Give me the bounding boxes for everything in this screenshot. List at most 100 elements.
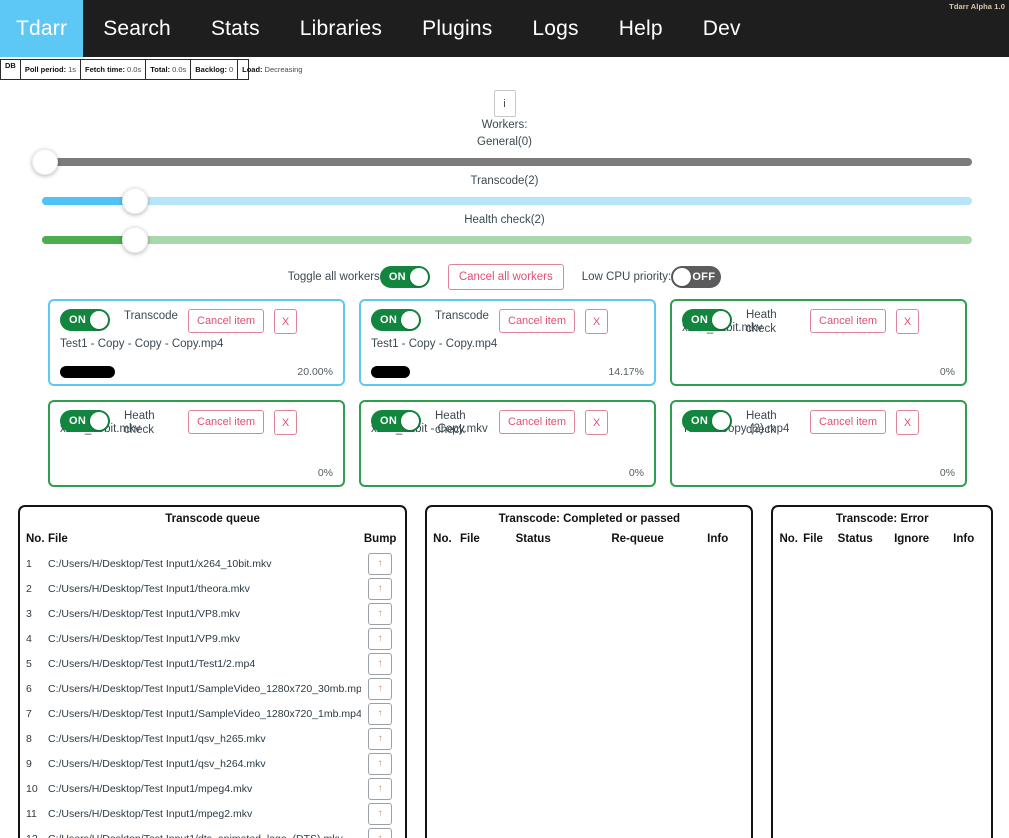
queue-row-file: C:/Users/H/Desktop/Test Input1/qsv_h264.…	[48, 757, 266, 770]
info-icon[interactable]: i	[493, 90, 516, 117]
col-header-file: File	[803, 533, 823, 545]
col-header-no: No.	[779, 533, 798, 545]
worker-card: ON Heath check Cancel item X x265_12bit.…	[670, 299, 967, 386]
bump-up-icon[interactable]: ↑	[368, 677, 393, 700]
bump-up-icon[interactable]: ↑	[368, 752, 393, 775]
queue-row-number: 11	[26, 807, 37, 820]
transcode-queue-header: No. File Bump	[20, 529, 405, 551]
db-fetch-time-key: Fetch time:	[85, 65, 126, 74]
table-row: 2 C:/Users/H/Desktop/Test Input1/theora.m…	[20, 576, 405, 601]
worker-toggle-knob	[712, 311, 730, 329]
nav-label-libraries: Libraries	[299, 16, 383, 40]
worker-toggle[interactable]: ON	[371, 410, 421, 432]
nav-label-dev: Dev	[702, 16, 741, 40]
transcode-queue-rows: 1 C:/Users/H/Desktop/Test Input1/x264_10b…	[20, 551, 405, 838]
nav-item-logs[interactable]: Logs	[512, 0, 598, 57]
worker-type-line1: Heath	[746, 309, 777, 321]
bump-up-icon[interactable]: ↑	[368, 827, 393, 838]
slider-transcode[interactable]	[42, 188, 972, 214]
cancel-all-workers-button[interactable]: Cancel all workers	[447, 264, 564, 290]
bump-up-icon[interactable]: ↑	[368, 627, 393, 650]
worker-toggle[interactable]: ON	[60, 410, 110, 432]
queue-row-file: C:/Users/H/Desktop/Test Input1/VP9.mkv	[48, 632, 240, 645]
queue-row-number: 6	[26, 682, 32, 695]
toggle-all-workers-switch[interactable]: ON	[379, 266, 430, 288]
queue-row-bump-cell: ↑	[361, 652, 399, 675]
close-icon[interactable]: X	[896, 410, 920, 435]
queue-row-bump-cell: ↑	[361, 602, 399, 625]
worker-file-name: Test1 - Copy - Copy.mp4	[371, 338, 498, 350]
cancel-item-button[interactable]: Cancel item	[499, 309, 576, 333]
table-row: 10 C:/Users/H/Desktop/Test Input1/mpeg4.m…	[20, 776, 405, 801]
bump-up-icon[interactable]: ↑	[368, 652, 393, 675]
worker-card: ON Heath check Cancel item X x265_10bit.…	[48, 400, 345, 487]
slider-transcode-knob[interactable]	[122, 188, 148, 214]
slider-healthcheck[interactable]	[42, 227, 972, 253]
bump-up-icon[interactable]: ↑	[368, 552, 393, 575]
queue-row-number: 12	[26, 833, 48, 838]
nav-item-help[interactable]: Help	[599, 0, 683, 57]
nav-item-tdarr[interactable]: Tdarr	[0, 0, 84, 57]
low-cpu-priority-switch[interactable]: OFF	[671, 266, 722, 288]
cancel-item-button[interactable]: Cancel item	[499, 410, 576, 434]
close-icon[interactable]: X	[274, 410, 298, 435]
worker-cards-grid: ON Transcode Cancel item X Test1 - Copy …	[0, 291, 1009, 487]
worker-toggle-state: ON	[69, 314, 87, 326]
low-cpu-priority-state: OFF	[692, 271, 716, 283]
nav-item-dev[interactable]: Dev	[683, 0, 761, 57]
close-icon[interactable]: X	[585, 309, 609, 334]
bump-up-icon[interactable]: ↑	[368, 602, 393, 625]
worker-toggle[interactable]: ON	[682, 309, 732, 331]
worker-type-line1: Heath	[746, 410, 777, 422]
nav-item-stats[interactable]: Stats	[191, 0, 280, 57]
worker-progress: 0%	[682, 366, 955, 378]
slider-healthcheck-knob[interactable]	[122, 227, 148, 253]
worker-progress-percent: 20.00%	[297, 366, 333, 378]
worker-file-name: Test1 - Copy - Copy - Copy.mp4	[60, 338, 224, 350]
bump-up-icon[interactable]: ↑	[368, 727, 393, 750]
worker-type-line1: Heath	[435, 410, 466, 422]
nav-item-search[interactable]: Search	[83, 0, 191, 57]
queue-row-number: 5	[26, 657, 32, 670]
bump-up-icon[interactable]: ↑	[368, 777, 393, 800]
slider-general[interactable]	[32, 149, 972, 175]
queue-row-number: 2	[26, 582, 32, 595]
db-load: Load: Decreasing	[238, 60, 306, 79]
db-backlog: Backlog: 0	[191, 60, 239, 79]
col-header-no: No.	[433, 533, 452, 545]
worker-progress-bar	[60, 366, 115, 378]
worker-type-label: Transcode	[435, 310, 489, 322]
cancel-item-button[interactable]: Cancel item	[810, 410, 887, 434]
nav-item-plugins[interactable]: Plugins	[402, 0, 512, 57]
bump-up-icon[interactable]: ↑	[368, 802, 393, 825]
table-row: 12C:/Users/H/Desktop/Test Input1/dts_ani…	[20, 826, 405, 838]
worker-toggle[interactable]: ON	[371, 309, 421, 331]
low-cpu-priority-knob	[673, 268, 692, 286]
cancel-item-button[interactable]: Cancel item	[810, 309, 887, 333]
transcode-error-panel: Transcode: Error No. File Status Ignore …	[771, 505, 993, 838]
bottom-tables: Transcode queue No. File Bump 1 C:/Users/…	[0, 487, 1009, 838]
col-header-file: File	[48, 533, 68, 545]
close-icon[interactable]: X	[896, 309, 920, 334]
worker-progress-percent: 0%	[939, 366, 955, 378]
db-poll-period: Poll period: 1s	[21, 60, 82, 79]
toggle-all-workers-knob	[409, 268, 428, 286]
worker-toggle-knob	[712, 412, 730, 430]
slider-transcode-track	[42, 197, 972, 205]
queue-row-bump-cell: ↑	[361, 677, 399, 700]
queue-row-bump-cell: ↑	[361, 777, 399, 800]
nav-item-libraries[interactable]: Libraries	[280, 0, 402, 57]
db-load-key: Load:	[242, 65, 263, 74]
close-icon[interactable]: X	[274, 309, 298, 334]
cancel-item-button[interactable]: Cancel item	[188, 309, 265, 333]
slider-general-knob[interactable]	[32, 149, 58, 175]
nav-label-logs: Logs	[532, 16, 579, 40]
close-icon[interactable]: X	[585, 410, 609, 435]
bump-up-icon[interactable]: ↑	[368, 577, 393, 600]
worker-toggle[interactable]: ON	[60, 309, 110, 331]
worker-toggle[interactable]: ON	[682, 410, 732, 432]
cancel-item-button[interactable]: Cancel item	[188, 410, 265, 434]
bump-up-icon[interactable]: ↑	[368, 702, 393, 725]
col-header-bump: Bump	[363, 533, 397, 545]
db-label-text: DB	[5, 61, 16, 70]
